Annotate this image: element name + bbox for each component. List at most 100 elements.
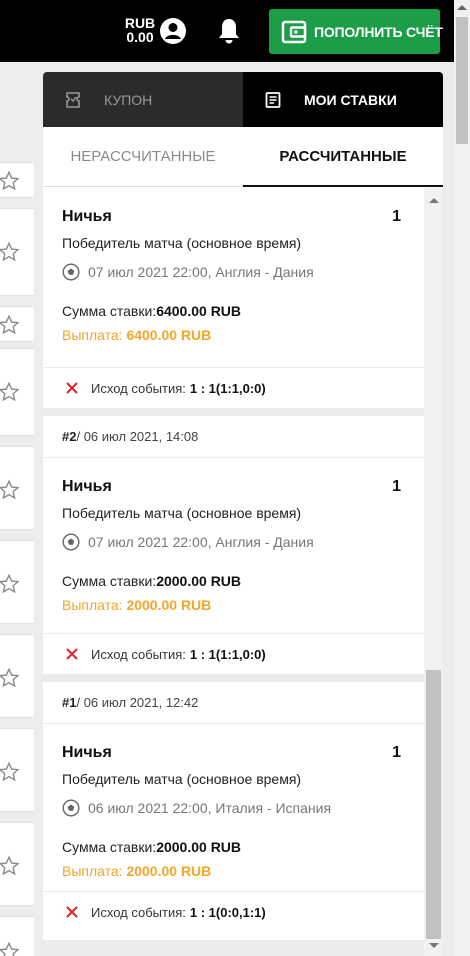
payout-amount: 6400.00 RUB — [126, 327, 212, 343]
result-score: 1 : 1(1:1,0:0) — [189, 646, 266, 662]
payout-label: Выплата: — [62, 863, 127, 879]
scroll-up-arrow-icon[interactable] — [457, 5, 467, 10]
list-item[interactable] — [0, 306, 34, 342]
bet-payout: Выплата: 6400.00 RUB — [62, 327, 424, 343]
stake-label: Сумма ставки: — [62, 573, 157, 589]
list-item[interactable] — [0, 728, 34, 812]
stake-label: Сумма ставки: — [62, 839, 157, 855]
bet-stake: Сумма ставки:2000.00 RUB — [62, 839, 424, 855]
favorite-star-icon[interactable] — [0, 479, 20, 501]
tab-my-bets[interactable]: МОИ СТАВКИ — [243, 72, 443, 127]
bet-stake: Сумма ставки:6400.00 RUB — [62, 303, 424, 319]
list-item[interactable] — [0, 348, 34, 436]
bet-date: / 06 июл 2021, 12:42 — [76, 695, 199, 710]
stake-amount: 2000.00 RUB — [156, 573, 242, 589]
notifications-bell-icon[interactable] — [215, 16, 243, 46]
list-item[interactable] — [0, 208, 34, 296]
scroll-down-arrow-icon[interactable] — [429, 943, 439, 948]
favorite-star-icon[interactable] — [0, 314, 20, 336]
bet-event: 07 июл 2021 22:00, Англия - Дания — [62, 533, 424, 551]
result-label: Исход события: — [91, 380, 186, 396]
payout-label: Выплата: — [62, 597, 127, 613]
subtab-settled[interactable]: РАССЧИТАННЫЕ — [243, 127, 443, 187]
bet-header: #2 / 06 июл 2021, 14:08 — [43, 416, 424, 458]
favorite-star-icon[interactable] — [0, 855, 20, 877]
bet-outcome: Ничья — [62, 478, 112, 495]
soccer-ball-icon — [62, 533, 80, 551]
bet-event: 07 июл 2021 22:00, Англия - Дания — [62, 263, 424, 281]
bet-event-info: 07 июл 2021 22:00, Англия - Дания — [88, 534, 314, 550]
events-list-left — [0, 62, 40, 956]
soccer-ball-icon — [62, 263, 80, 281]
favorite-star-icon[interactable] — [0, 761, 20, 783]
bet-header: #1 / 06 июл 2021, 12:42 — [43, 682, 424, 724]
payout-amount: 2000.00 RUB — [126, 863, 212, 879]
bet-payout: Выплата: 2000.00 RUB — [62, 597, 424, 613]
lost-cross-icon — [66, 382, 78, 394]
balance-display[interactable]: RUB 0.00 — [124, 16, 156, 44]
favorite-star-icon[interactable] — [0, 941, 20, 956]
bet-event: 06 июл 2021 22:00, Италия - Испания — [62, 799, 424, 817]
bet-stake: Сумма ставки:2000.00 RUB — [62, 573, 424, 589]
scrollbar-thumb[interactable] — [456, 17, 468, 144]
list-item[interactable] — [0, 822, 34, 906]
list-item[interactable] — [0, 916, 34, 956]
subtab-unsettled[interactable]: НЕРАССЧИТАННЫЕ — [43, 127, 243, 186]
bet-date: / 06 июл 2021, 14:08 — [76, 429, 199, 444]
bet-event-info: 06 июл 2021 22:00, Италия - Испания — [88, 800, 332, 816]
page-scrollbar[interactable] — [454, 0, 470, 956]
bet-outcome: Ничья — [62, 208, 112, 225]
betlist-scrollbar[interactable] — [424, 188, 443, 956]
lost-cross-icon — [66, 906, 78, 918]
bet-coefficient: 1 — [392, 478, 401, 495]
bet-coefficient: 1 — [392, 744, 401, 761]
lost-cross-icon — [66, 648, 78, 660]
result-score: 1 : 1(0:0,1:1) — [189, 904, 266, 920]
list-item[interactable] — [0, 162, 34, 198]
result-label: Исход события: — [91, 646, 186, 662]
tab-coupon[interactable]: КУПОН — [43, 72, 243, 127]
bet-card: Ничья 1 Победитель матча (основное время… — [43, 188, 424, 408]
list-item[interactable] — [0, 540, 34, 624]
bets-list-icon — [265, 91, 281, 108]
deposit-button-label: ПОПОЛНИТЬ СЧЁТ — [314, 23, 443, 40]
favorite-star-icon[interactable] — [0, 667, 20, 689]
settled-bets-list: Ничья 1 Победитель матча (основное время… — [43, 188, 424, 956]
tab-my-bets-label: МОИ СТАВКИ — [304, 91, 397, 108]
deposit-button[interactable]: ПОПОЛНИТЬ СЧЁТ — [269, 9, 443, 54]
user-account-icon[interactable] — [159, 17, 187, 45]
betslip-tabs: КУПОН МОИ СТАВКИ — [43, 72, 443, 127]
bet-outcome: Ничья — [62, 744, 112, 761]
bet-market: Победитель матча (основное время) — [62, 505, 302, 521]
stake-amount: 6400.00 RUB — [156, 303, 242, 319]
favorite-star-icon[interactable] — [0, 170, 20, 192]
bet-payout: Выплата: 2000.00 RUB — [62, 863, 424, 879]
bets-subtabs: НЕРАССЧИТАННЫЕ РАССЧИТАННЫЕ — [43, 127, 443, 187]
tab-coupon-label: КУПОН — [104, 91, 153, 108]
balance-amount: 0.00 — [126, 29, 154, 45]
bet-number: #1 — [62, 695, 77, 710]
ticket-icon — [66, 91, 80, 108]
result-label: Исход события: — [91, 904, 186, 920]
soccer-ball-icon — [62, 799, 80, 817]
stake-label: Сумма ставки: — [62, 303, 157, 319]
payout-amount: 2000.00 RUB — [126, 597, 212, 613]
list-item[interactable] — [0, 634, 34, 718]
bet-result: Исход события: 1 : 1(1:1,0:0) — [43, 367, 424, 408]
list-item[interactable] — [0, 446, 34, 530]
stake-amount: 2000.00 RUB — [156, 839, 242, 855]
favorite-star-icon[interactable] — [0, 573, 20, 595]
bet-market: Победитель матча (основное время) — [62, 771, 302, 787]
favorite-star-icon[interactable] — [0, 241, 20, 263]
top-bar: RUB 0.00 ПОПОЛНИТЬ СЧЁТ — [0, 0, 454, 62]
bet-coefficient: 1 — [392, 208, 401, 225]
bet-result: Исход события: 1 : 1(0:0,1:1) — [43, 891, 424, 932]
wallet-icon — [281, 20, 307, 43]
bet-event-info: 07 июл 2021 22:00, Англия - Дания — [88, 264, 314, 280]
scroll-up-arrow-icon[interactable] — [429, 198, 439, 203]
favorite-star-icon[interactable] — [0, 381, 20, 403]
bet-market: Победитель матча (основное время) — [62, 235, 302, 251]
bet-number: #2 — [62, 429, 77, 444]
scrollbar-thumb[interactable] — [426, 670, 441, 939]
bet-result: Исход события: 1 : 1(1:1,0:0) — [43, 633, 424, 674]
